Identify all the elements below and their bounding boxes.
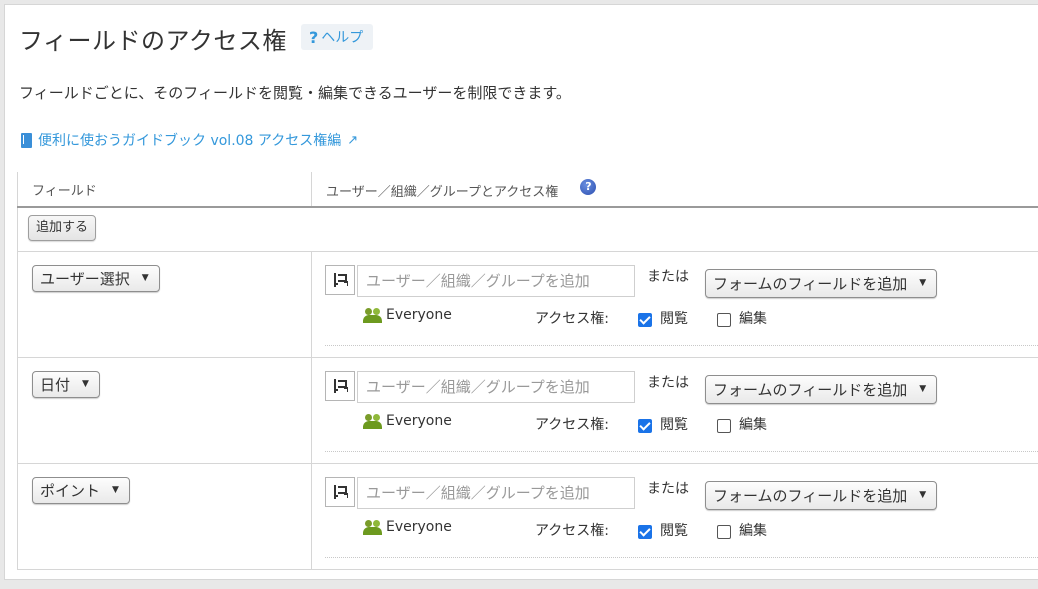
field-select-label: 日付 (40, 375, 71, 394)
form-field-select-label: フォームのフィールドを追加 (713, 274, 908, 293)
access-cell: または フォームのフィールドを追加 ▼ Everyone アクセス権: 閲覧 (311, 357, 1038, 464)
users-icon (363, 519, 383, 535)
caret-down-icon: ▼ (82, 379, 89, 389)
entity-everyone: Everyone (363, 519, 452, 535)
page-description: フィールドごとに、そのフィールドを閲覧・編集できるユーザーを制限できます。 (19, 84, 571, 102)
question-icon[interactable]: ? (580, 178, 597, 195)
access-label: アクセス権: (535, 522, 610, 539)
add-row-cell: 追加する (17, 207, 1038, 252)
guidebook-link-label: 便利に使おうガイドブック vol.08 アクセス権編 (38, 133, 342, 149)
field-cell: 日付 ▼ (17, 357, 312, 464)
or-label: または (647, 268, 689, 285)
column-header-field: フィールド (17, 172, 312, 208)
form-field-select[interactable]: フォームのフィールドを追加 ▼ (705, 268, 938, 298)
row-divider (325, 556, 1038, 558)
help-icon: ? (309, 27, 319, 47)
external-link-icon: ↗ (347, 132, 359, 148)
entity-name: Everyone (386, 412, 452, 429)
row-divider (325, 344, 1038, 346)
caret-down-icon: ▼ (141, 273, 149, 283)
view-label: 閲覧 (660, 522, 688, 539)
book-icon (21, 132, 32, 148)
column-header-field-label: フィールド (32, 183, 97, 199)
guidebook-link[interactable]: 便利に使おうガイドブック vol.08 アクセス権編 ↗ (21, 130, 358, 150)
field-select[interactable]: ポイント ▼ (32, 476, 130, 504)
field-permissions-panel: フィールドのアクセス権 ? ヘルプ フィールドごとに、そのフィールドを閲覧・編集… (4, 4, 1038, 580)
access-cell: または フォームのフィールドを追加 ▼ Everyone アクセス権: 閲覧 (311, 251, 1038, 358)
entity-name: Everyone (386, 518, 452, 535)
caret-down-icon: ▼ (919, 490, 927, 500)
entity-everyone: Everyone (363, 307, 452, 323)
field-select-label: ユーザー選択 (40, 269, 130, 288)
table-row: 日付 ▼ または フォームのフィールドを追加 ▼ (17, 357, 1038, 464)
form-field-select-label: フォームのフィールドを追加 (713, 380, 908, 399)
field-cell: ポイント ▼ (17, 463, 312, 570)
entity-name: Everyone (386, 306, 452, 323)
or-label: または (647, 480, 689, 497)
user-search-input[interactable] (357, 264, 635, 297)
access-table: フィールド ユーザー／組織／グループとアクセス権 ? 追加する ユーザー選択 ▼… (17, 172, 1038, 570)
table-row: ポイント ▼ または フォームのフィールドを追加 ▼ (17, 463, 1038, 570)
or-label: または (647, 374, 689, 391)
column-header-access: ユーザー／組織／グループとアクセス権 ? (311, 172, 1038, 208)
entity-everyone: Everyone (363, 413, 452, 429)
caret-down-icon: ▼ (112, 485, 119, 495)
org-tree-picker-button[interactable] (325, 476, 355, 507)
field-cell: ユーザー選択 ▼ (17, 251, 312, 358)
view-label: 閲覧 (660, 310, 688, 327)
table-row: ユーザー選択 ▼ または フォームのフィールドを追加 ▼ (17, 251, 1038, 358)
view-checkbox[interactable] (638, 312, 652, 327)
org-tree-picker-button[interactable] (325, 264, 355, 295)
view-checkbox[interactable] (638, 524, 652, 539)
view-checkbox[interactable] (638, 418, 652, 433)
field-select-label: ポイント (40, 481, 101, 500)
form-field-select-label: フォームのフィールドを追加 (713, 486, 908, 505)
user-search-input[interactable] (357, 370, 635, 403)
form-field-select[interactable]: フォームのフィールドを追加 ▼ (705, 374, 938, 404)
edit-checkbox[interactable] (717, 524, 731, 539)
edit-label: 編集 (739, 310, 767, 327)
field-select[interactable]: ユーザー選択 ▼ (32, 264, 160, 292)
column-header-access-label: ユーザー／組織／グループとアクセス権 (326, 184, 559, 200)
page-title: フィールドのアクセス権 (19, 27, 287, 55)
help-button[interactable]: ? ヘルプ (301, 24, 374, 50)
user-search-input[interactable] (357, 476, 635, 509)
add-button[interactable]: 追加する (28, 215, 97, 241)
edit-checkbox[interactable] (717, 312, 731, 327)
field-select[interactable]: 日付 ▼ (32, 370, 100, 398)
org-tree-picker-button[interactable] (325, 370, 355, 401)
form-field-select[interactable]: フォームのフィールドを追加 ▼ (705, 480, 938, 510)
help-label: ヘルプ (321, 30, 364, 46)
caret-down-icon: ▼ (919, 384, 927, 394)
access-label: アクセス権: (535, 416, 610, 433)
view-label: 閲覧 (660, 416, 688, 433)
access-label: アクセス権: (535, 310, 610, 327)
caret-down-icon: ▼ (919, 278, 927, 288)
edit-label: 編集 (739, 416, 767, 433)
row-divider (325, 450, 1038, 452)
edit-label: 編集 (739, 522, 767, 539)
users-icon (363, 307, 383, 323)
users-icon (363, 413, 383, 429)
edit-checkbox[interactable] (717, 418, 731, 433)
access-cell: または フォームのフィールドを追加 ▼ Everyone アクセス権: 閲覧 (311, 463, 1038, 570)
